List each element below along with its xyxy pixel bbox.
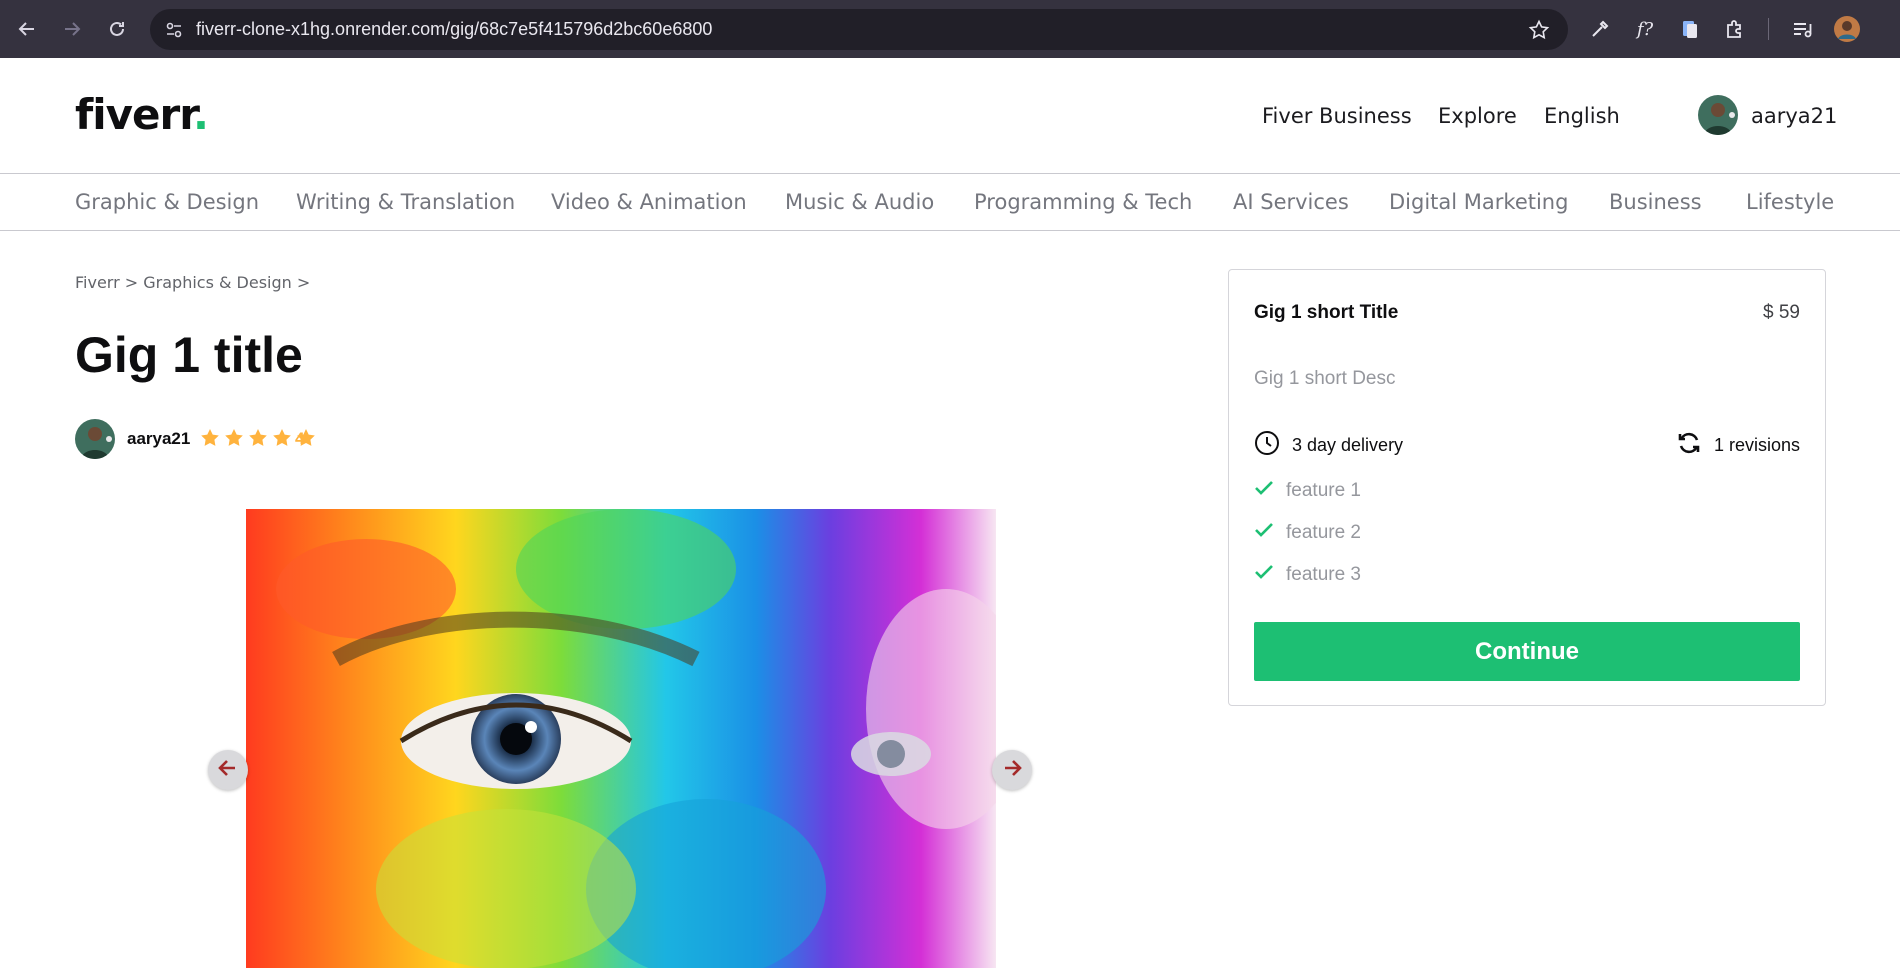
reload-icon[interactable] [102,14,132,44]
back-icon[interactable] [12,14,42,44]
check-icon [1254,522,1274,544]
toolbar-separator [1768,18,1769,40]
category-nav: Graphic & Design Writing & Translation V… [0,173,1900,231]
category-lifestyle[interactable]: Lifestyle [1746,190,1834,214]
feature-item: feature 3 [1254,564,1361,586]
page-title: Gig 1 title [75,327,303,383]
eyedropper-icon[interactable] [1587,16,1613,42]
category-digital-marketing[interactable]: Digital Marketing [1389,190,1568,214]
feature-label: feature 3 [1286,564,1361,585]
browser-toolbar: fiverr-clone-x1hg.onrender.com/gig/68c7e… [0,0,1900,58]
star-icon [201,429,219,446]
star-icon [249,429,267,446]
fiverr-logo[interactable]: fiverr. [75,90,209,139]
rating-value: 4 [295,429,305,448]
star-icon [273,429,291,446]
package-price: $ 59 [1763,302,1800,323]
category-business[interactable]: Business [1609,190,1702,214]
clipboard-extension-icon[interactable] [1677,16,1703,42]
seller-name[interactable]: aarya21 [127,429,190,449]
user-name[interactable]: aarya21 [1751,104,1837,128]
revisions-text: 1 revisions [1713,435,1800,455]
user-avatar[interactable] [1698,95,1738,135]
package-title: Gig 1 short Title [1254,302,1399,323]
breadcrumb[interactable]: Fiverr > Graphics & Design > [75,273,310,292]
feature-item: feature 2 [1254,522,1361,544]
gig-image [246,509,996,968]
refresh-icon [1676,430,1702,461]
explore-link[interactable]: Explore [1438,104,1517,128]
category-music-audio[interactable]: Music & Audio [785,190,934,214]
check-icon [1254,480,1274,502]
category-graphic-design[interactable]: Graphic & Design [75,190,259,214]
address-bar[interactable]: fiverr-clone-x1hg.onrender.com/gig/68c7e… [150,9,1568,50]
delivery-text: 3 day delivery [1292,435,1404,455]
clock-icon [1254,430,1280,461]
feature-label: feature 1 [1286,480,1361,501]
profile-avatar-icon[interactable] [1834,16,1860,42]
url-text[interactable]: fiverr-clone-x1hg.onrender.com/gig/68c7e… [196,9,712,50]
previous-image-button[interactable] [208,750,248,790]
site-info-icon[interactable] [164,20,184,45]
feature-label: feature 2 [1286,522,1361,543]
package-card: Gig 1 short Title $ 59 Gig 1 short Desc … [1228,269,1826,706]
package-description: Gig 1 short Desc [1254,368,1396,389]
seller-avatar[interactable] [75,419,115,459]
fiver-business-link[interactable]: Fiver Business [1262,104,1412,128]
category-ai-services[interactable]: AI Services [1233,190,1349,214]
font-extension-icon[interactable]: f? [1632,16,1658,42]
continue-button[interactable]: Continue [1254,622,1800,681]
extensions-puzzle-icon[interactable] [1722,16,1748,42]
bookmark-star-icon[interactable] [1528,19,1550,46]
reading-list-icon[interactable] [1789,16,1815,42]
revisions-info: 1 revisions [1676,430,1800,461]
category-programming-tech[interactable]: Programming & Tech [974,190,1192,214]
delivery-info: 3 day delivery [1254,430,1403,461]
language-link[interactable]: English [1544,104,1620,128]
forward-icon[interactable] [57,14,87,44]
check-icon [1254,564,1274,586]
category-writing-translation[interactable]: Writing & Translation [296,190,515,214]
site-header: fiverr. Fiver Business Explore English a… [0,58,1900,173]
arrow-right-icon [1001,757,1023,784]
category-video-animation[interactable]: Video & Animation [551,190,747,214]
feature-item: feature 1 [1254,480,1361,502]
star-icon [225,429,243,446]
arrow-left-icon [217,757,239,784]
next-image-button[interactable] [992,750,1032,790]
